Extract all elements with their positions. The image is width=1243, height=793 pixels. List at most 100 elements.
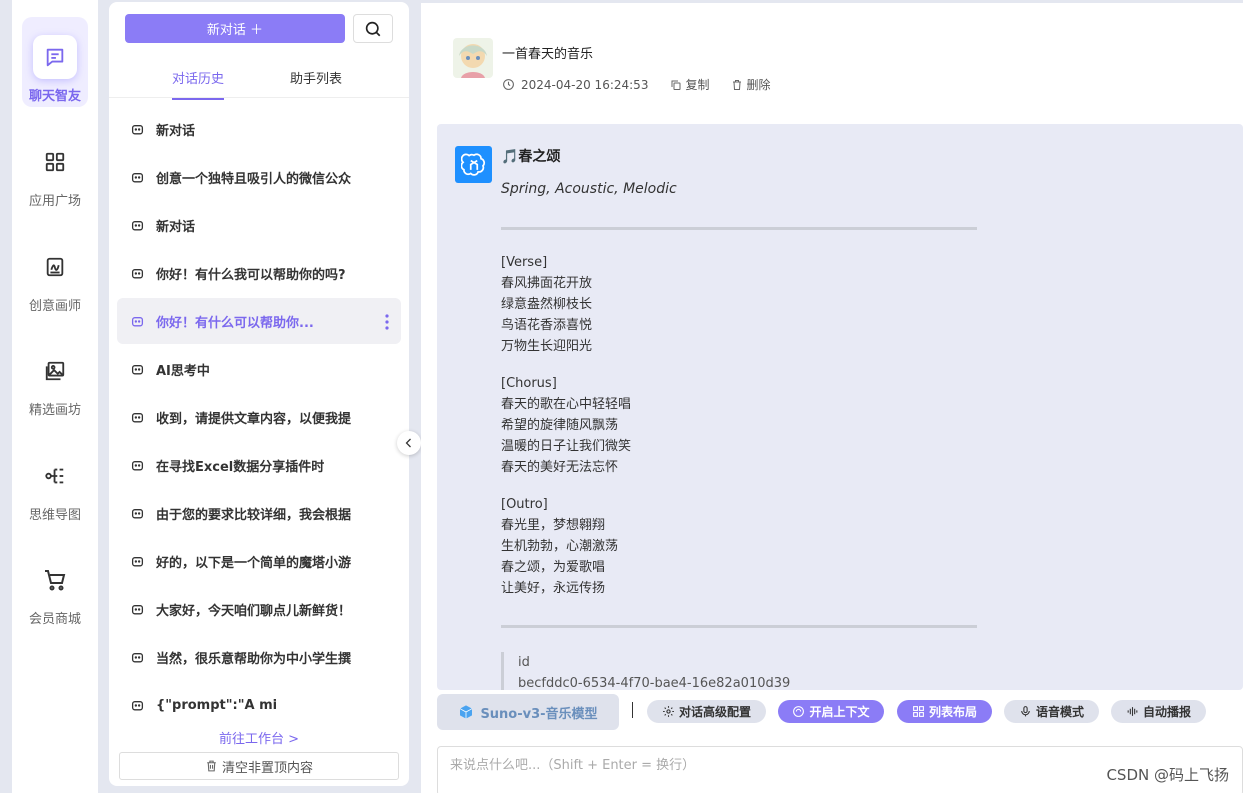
verse-tag: [Verse] [501,255,548,270]
history-item-title: 你好！有什么可以帮助你... [156,315,314,331]
history-item[interactable]: 你好！有什么可以帮助你... [117,298,401,344]
history-item[interactable]: 新对话 [117,106,401,152]
nav-chat[interactable]: 聊天智友 [22,17,88,107]
verse-block: [Verse] 春风拂面花开放 绿意盎然柳枝长 鸟语花香添喜悦 万物生长迎阳光 [501,252,592,357]
bot-icon [131,220,144,230]
history-item[interactable]: {"prompt":"A mi [117,682,401,728]
history-item-title: 创意一个独特且吸引人的微信公众 [156,171,352,187]
goto-workbench-link[interactable]: 前往工作台 > [109,728,409,747]
bot-icon [131,364,144,374]
nav-apps[interactable]: 应用广场 [22,122,88,212]
history-item-title: 由于您的要求比较详细，我会根据 [156,507,352,523]
history-item[interactable]: 新对话 [117,202,401,248]
nav-mindmap-label: 思维导图 [28,508,81,523]
bot-icon [131,652,144,662]
quote-label: id [518,655,530,670]
history-item-title: 你好！有什么我可以帮助你的吗? [156,267,346,283]
copy-icon [671,80,681,90]
quote-value: becfddc0-6534-4f70-bae4-16e82a010d39 [518,676,791,690]
delete-action[interactable]: 删除 [731,76,770,93]
nav-gallery-label: 精选画坊 [28,403,81,418]
tab-history[interactable]: 对话历史 [172,68,225,100]
history-item-title: 好的，以下是一个简单的魔塔小游 [156,555,352,571]
nav-shop[interactable]: 会员商城 [22,540,88,630]
list-layout-label: 列表布局 [928,705,977,719]
bot-icon [131,556,144,566]
chorus-tag: [Chorus] [501,376,557,391]
nav-mindmap[interactable]: 思维导图 [22,436,88,526]
model-selector[interactable]: Suno-v3-音乐模型 [437,694,619,730]
apps-grid-icon [33,140,77,184]
search-icon [365,21,381,36]
tab-assistants[interactable]: 助手列表 [290,68,342,87]
history-item[interactable]: 收到，请提供文章内容，以便我提 [117,394,401,440]
context-icon [793,706,805,717]
history-item[interactable]: 你好！有什么我可以帮助你的吗? [117,250,401,296]
nav-draw[interactable]: 创意画师 [22,227,88,317]
lyric-line: 春光里，梦想翱翔 [501,518,606,533]
chat-toolbar: Suno-v3-音乐模型 对话高级配置 开启上下文 列表布局 语音模式 自动播报 [437,692,1243,730]
bot-icon [131,604,144,614]
advanced-config-button[interactable]: 对话高级配置 [647,700,766,723]
more-vertical-icon[interactable] [385,314,389,330]
nav-shop-label: 会员商城 [28,612,81,627]
bot-icon [131,124,144,134]
collapse-panel-button[interactable] [397,431,421,455]
lyric-line: 温暖的日子让我们微笑 [501,439,632,454]
clock-icon [503,79,514,90]
gallery-icon [33,349,77,393]
trash-icon [207,760,216,772]
lyric-line: 鸟语花香添喜悦 [501,318,593,333]
chat-icon [33,35,77,79]
lyric-line: 万物生长迎阳光 [501,339,593,354]
voice-mode-label: 语音模式 [1035,705,1084,719]
new-chat-button[interactable]: 新对话 ＋ [125,14,345,43]
mic-icon [1021,706,1030,717]
context-toggle-button[interactable]: 开启上下文 [778,700,884,723]
list-layout-button[interactable]: 列表布局 [897,700,992,723]
history-item[interactable]: 由于您的要求比较详细，我会根据 [117,490,401,536]
search-button[interactable] [353,14,393,43]
song-title: 🎵春之颂 [501,149,561,165]
copy-action[interactable]: 复制 [670,76,709,93]
auto-broadcast-button[interactable]: 自动播报 [1111,700,1206,723]
clear-history-button[interactable]: 清空非置顶内容 [119,752,399,780]
voice-mode-button[interactable]: 语音模式 [1004,700,1099,723]
lyric-line: 让美好，永远传扬 [501,581,606,596]
history-item[interactable]: 好的，以下是一个简单的魔塔小游 [117,538,401,584]
trash-icon [733,79,742,90]
history-item[interactable]: 大家好，今天咱们聊点儿新鲜货！ [117,586,401,632]
context-toggle-label: 开启上下文 [809,705,870,719]
bot-icon [131,412,144,422]
advanced-config-label: 对话高级配置 [678,705,751,719]
bot-icon [131,508,144,518]
divider [501,227,977,230]
chevron-left-icon [405,438,411,448]
nav-gallery[interactable]: 精选画坊 [22,331,88,421]
nav-draw-label: 创意画师 [28,299,81,314]
panel-tabs: 对话历史 助手列表 [109,62,409,100]
lyric-line: 春天的美好无法忘怀 [501,460,619,475]
history-item[interactable]: 当然，很乐意帮助你为中小学生撰 [117,634,401,680]
model-label: Suno-v3-音乐模型 [480,706,598,722]
answer-bubble: 🎵春之颂 Spring, Acoustic, Melodic [Verse] 春… [437,124,1243,690]
bot-icon [131,268,144,278]
clear-history-label: 清空非置顶内容 [221,760,313,776]
cube-icon [460,705,473,719]
song-style: Spring, Acoustic, Melodic [501,181,677,197]
bot-icon [131,700,144,710]
history-item[interactable]: 创意一个独特且吸引人的微信公众 [117,154,401,200]
gear-icon [663,706,674,717]
draw-icon [33,245,77,289]
history-item-title: 新对话 [156,219,196,235]
history-item[interactable]: 在寻找Excel数据分享插件时 [117,442,401,488]
lyric-line: 希望的旋律随风飘荡 [501,418,619,433]
question-time: 2024-04-20 16:24:53 [521,77,649,92]
divider [501,625,977,628]
grid-icon [913,706,924,717]
history-item-title: AI思考中 [156,363,210,379]
history-item-title: 新对话 [156,123,196,139]
delete-label: 删除 [746,78,771,92]
toolbar-separator [632,702,633,718]
history-item[interactable]: AI思考中 [117,346,401,392]
